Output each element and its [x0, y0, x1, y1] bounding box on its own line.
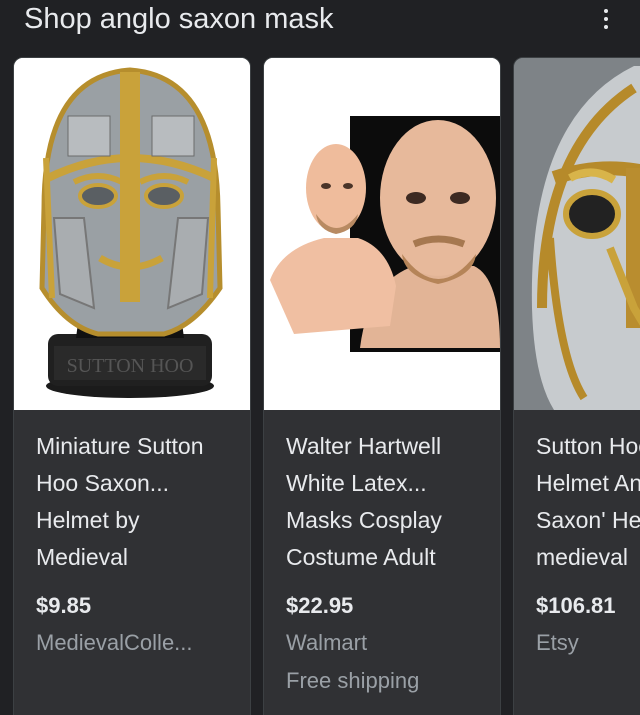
product-card[interactable]: SUTTON HOO Miniature Sutton Hoo Saxon...…: [13, 57, 251, 715]
product-price: $106.81: [536, 593, 616, 618]
product-merchant: MedievalColle...: [36, 630, 193, 655]
product-image-helmet-replica[interactable]: [514, 58, 640, 410]
more-vert-icon[interactable]: [594, 6, 618, 32]
product-card[interactable]: Walter Hartwell White Latex... Masks Cos…: [263, 57, 501, 715]
shopping-header: Shop anglo saxon mask: [0, 0, 640, 44]
product-card[interactable]: Sutton Hoo Helmet Anglo Saxon' Helmet me…: [513, 57, 640, 715]
product-info: Miniature Sutton Hoo Saxon... Helmet by …: [36, 428, 240, 658]
product-image-latex-mask[interactable]: [264, 58, 500, 410]
product-name[interactable]: Walter Hartwell White Latex... Masks Cos…: [286, 428, 496, 576]
product-merchant: Walmart: [286, 630, 368, 655]
product-image-helmet-miniature[interactable]: SUTTON HOO: [14, 58, 250, 410]
shipping-info: Free shipping: [286, 668, 420, 693]
section-title: Shop anglo saxon mask: [24, 3, 334, 35]
product-info: Sutton Hoo Helmet Anglo Saxon' Helmet me…: [536, 428, 640, 658]
product-carousel[interactable]: SUTTON HOO Miniature Sutton Hoo Saxon...…: [0, 57, 640, 715]
product-price: $9.85: [36, 593, 92, 618]
product-price: $22.95: [286, 593, 354, 618]
product-merchant: Etsy: [536, 630, 579, 655]
product-name[interactable]: Miniature Sutton Hoo Saxon... Helmet by …: [36, 428, 246, 576]
product-name[interactable]: Sutton Hoo Helmet Anglo Saxon' Helmet me…: [536, 428, 640, 576]
shopping-results-page: Shop anglo saxon mask SUTTON HOO Miniatu…: [0, 0, 640, 715]
product-info: Walter Hartwell White Latex... Masks Cos…: [286, 428, 490, 696]
base-inscription: SUTTON HOO: [67, 355, 194, 377]
